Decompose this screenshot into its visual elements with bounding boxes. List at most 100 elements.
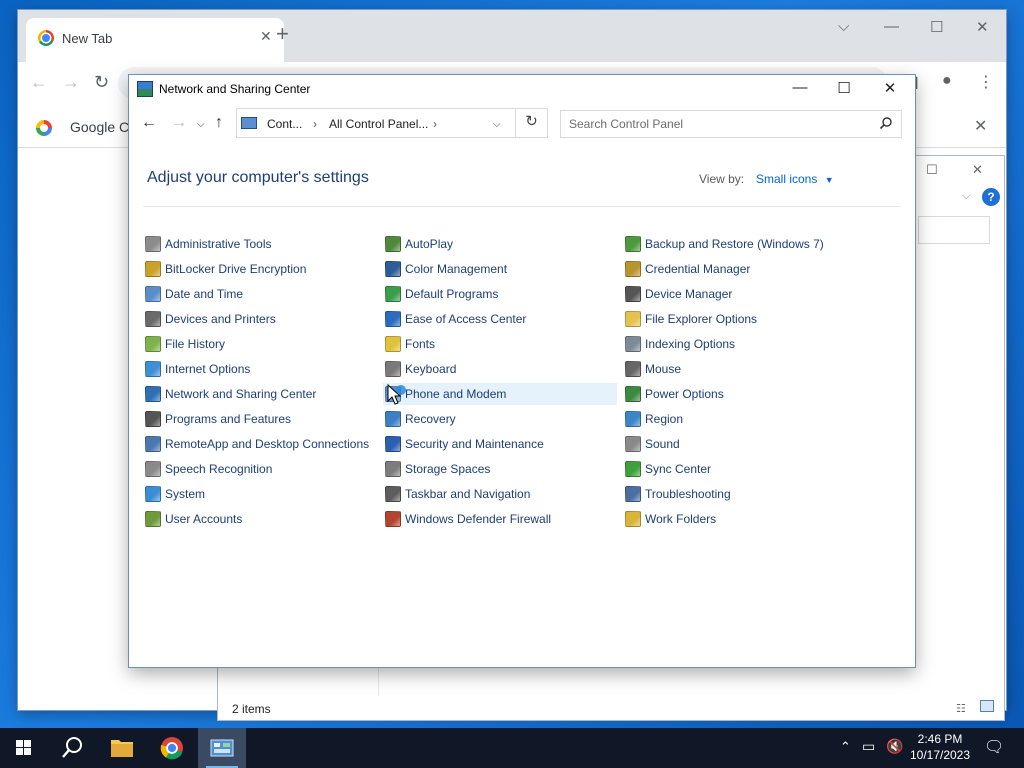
breadcrumb-control-panel[interactable]: Cont... (267, 117, 302, 131)
control-panel-item-speaker[interactable]: Sound (623, 433, 857, 455)
control-panel-item-fonts[interactable]: Fonts (383, 333, 617, 355)
firewall-icon (385, 511, 401, 527)
control-panel-item-credential[interactable]: Credential Manager (623, 258, 857, 280)
address-bar[interactable]: Cont... › All Control Panel... › ⌵ (236, 108, 548, 138)
reload-icon[interactable]: ↻ (94, 72, 109, 93)
volume-muted-icon[interactable]: 🔇 (886, 738, 903, 755)
control-panel-item-clock[interactable]: Date and Time (143, 283, 377, 305)
item-label: Recovery (405, 412, 456, 426)
view-by-value: Small icons (756, 172, 818, 186)
control-panel-item-color-management[interactable]: Color Management (383, 258, 617, 280)
taskbar-search-icon (62, 737, 82, 758)
default-programs-icon (385, 286, 401, 302)
control-panel-item-phone-modem[interactable]: Phone and Modem (383, 383, 617, 405)
new-tab-button[interactable]: + (276, 22, 289, 46)
chrome-close-button[interactable]: ✕ (976, 18, 989, 36)
control-panel-item-file-history[interactable]: File History (143, 333, 377, 355)
control-panel-item-mouse[interactable]: Mouse (623, 358, 857, 380)
autoplay-icon (385, 236, 401, 252)
infobar-close-icon[interactable]: ✕ (974, 116, 987, 136)
back-arrow-icon[interactable]: ← (30, 72, 48, 93)
control-panel-item-remoteapp[interactable]: RemoteApp and Desktop Connections (143, 433, 377, 455)
forward-button[interactable]: → (171, 114, 187, 132)
control-panel-item-printer[interactable]: Devices and Printers (143, 308, 377, 330)
control-panel-item-default-programs[interactable]: Default Programs (383, 283, 617, 305)
up-button[interactable]: ↑ (215, 114, 223, 132)
breadcrumb-all-control-panel-items[interactable]: All Control Panel... (329, 117, 428, 131)
control-panel-item-taskbar[interactable]: Taskbar and Navigation (383, 483, 617, 505)
item-label: User Accounts (165, 512, 243, 526)
maximize-button[interactable]: ☐ (821, 79, 867, 97)
power-icon (625, 386, 641, 402)
show-hidden-icons-chevron-icon[interactable]: ⌃ (840, 739, 851, 755)
sync-icon (625, 461, 641, 477)
control-panel-item-autoplay[interactable]: AutoPlay (383, 233, 617, 255)
file-explorer-taskbar-button[interactable] (98, 728, 146, 768)
microphone-icon (145, 461, 161, 477)
profile-avatar-icon[interactable]: ● (942, 72, 952, 90)
recent-locations-icon[interactable]: ⌵ (197, 119, 205, 130)
bookmark-google-chrome[interactable]: Google Ch (70, 119, 137, 135)
control-panel-item-troubleshooting[interactable]: Troubleshooting (623, 483, 857, 505)
control-panel-item-region[interactable]: Region (623, 408, 857, 430)
control-panel-item-indexing[interactable]: Indexing Options (623, 333, 857, 355)
control-panel-item-microphone[interactable]: Speech Recognition (143, 458, 377, 480)
view-by-dropdown[interactable]: Small icons ▼ (756, 172, 834, 186)
item-label: Ease of Access Center (405, 312, 527, 326)
taskbar-clock[interactable]: 2:46 PM 10/17/2023 (906, 731, 974, 763)
item-label: System (165, 487, 206, 501)
control-panel-item-network[interactable]: Network and Sharing Center (143, 383, 377, 405)
tab-search-chevron-icon[interactable]: ⌵ (838, 18, 849, 35)
search-input[interactable]: Search Control Panel (560, 110, 902, 138)
chrome-taskbar-button[interactable] (148, 728, 196, 768)
pane-divider (378, 666, 379, 696)
control-panel-item-device-manager[interactable]: Device Manager (623, 283, 857, 305)
explorer-maximize-icon[interactable]: ☐ (926, 162, 938, 178)
control-panel-item-backup[interactable]: Backup and Restore (Windows 7) (623, 233, 857, 255)
chrome-minimize-button[interactable]: — (884, 18, 899, 35)
control-panel-item-power[interactable]: Power Options (623, 383, 857, 405)
control-panel-item-folder-options[interactable]: File Explorer Options (623, 308, 857, 330)
search-button[interactable] (48, 728, 96, 768)
forward-arrow-icon[interactable]: → (62, 72, 80, 93)
control-panel-icon (137, 81, 153, 97)
control-panel-location-icon (241, 117, 257, 129)
control-panel-item-globe[interactable]: Internet Options (143, 358, 377, 380)
help-icon[interactable]: ? (982, 188, 1000, 206)
control-panel-item-flag[interactable]: Security and Maintenance (383, 433, 617, 455)
explorer-chevron-icon[interactable]: ⌵ (962, 190, 970, 203)
control-panel-item-keyboard[interactable]: Keyboard (383, 358, 617, 380)
address-dropdown-icon[interactable]: ⌵ (493, 119, 501, 130)
control-panel-item-users[interactable]: User Accounts (143, 508, 377, 530)
large-icons-view-icon[interactable] (980, 700, 994, 712)
explorer-close-icon[interactable]: ✕ (972, 162, 983, 178)
control-panel-item-bitlocker[interactable]: BitLocker Drive Encryption (143, 258, 377, 280)
start-button[interactable] (0, 728, 48, 768)
explorer-search-box[interactable] (918, 216, 990, 244)
minimize-button[interactable]: — (777, 79, 823, 96)
notifications-icon[interactable]: 🗨 (984, 737, 1004, 757)
refresh-button[interactable]: ↻ (515, 108, 547, 138)
control-panel-item-ease-of-access[interactable]: Ease of Access Center (383, 308, 617, 330)
globe-icon (145, 361, 161, 377)
tab-close-icon[interactable]: ✕ (260, 28, 272, 45)
control-panel-taskbar-button[interactable] (198, 728, 246, 768)
network-tray-icon[interactable]: ▭ (862, 738, 875, 755)
header-divider (143, 206, 901, 207)
back-button[interactable]: ← (141, 114, 157, 132)
details-view-icon[interactable]: ☷ (956, 702, 966, 715)
chrome-tab-new-tab[interactable]: New Tab ✕ (26, 18, 284, 62)
control-panel-item-recovery[interactable]: Recovery (383, 408, 617, 430)
control-panel-item-firewall[interactable]: Windows Defender Firewall (383, 508, 617, 530)
chrome-menu-icon[interactable]: ⋮ (978, 72, 994, 92)
folder-options-icon (625, 311, 641, 327)
control-panel-item-programs[interactable]: Programs and Features (143, 408, 377, 430)
close-button[interactable]: ✕ (867, 79, 913, 97)
control-panel-item-work-folders[interactable]: Work Folders (623, 508, 857, 530)
control-panel-item-system[interactable]: System (143, 483, 377, 505)
control-panel-item-admin-tools[interactable]: Administrative Tools (143, 233, 377, 255)
chrome-maximize-button[interactable]: ☐ (930, 18, 943, 36)
keyboard-icon (385, 361, 401, 377)
control-panel-item-sync[interactable]: Sync Center (623, 458, 857, 480)
control-panel-item-storage[interactable]: Storage Spaces (383, 458, 617, 480)
